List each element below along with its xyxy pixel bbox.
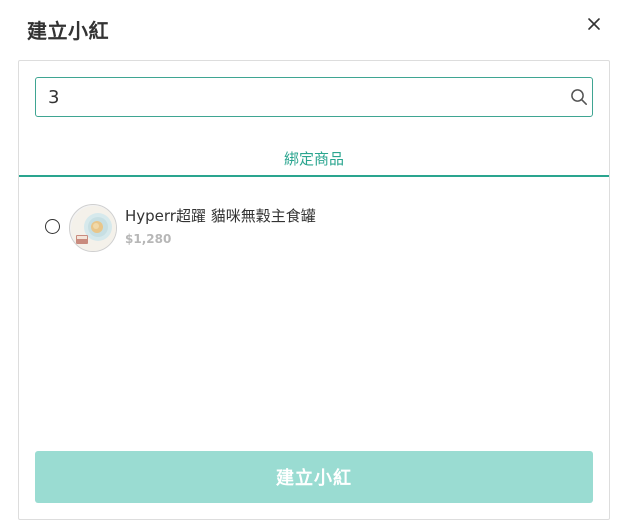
create-dialog: 建立小紅 綁定商品 xyxy=(0,0,624,529)
close-icon xyxy=(588,18,600,30)
search-icon[interactable] xyxy=(570,88,588,106)
tab-label: 綁定商品 xyxy=(283,150,344,168)
product-thumbnail xyxy=(69,204,117,252)
search-input[interactable] xyxy=(36,78,556,116)
search-box xyxy=(35,77,593,117)
create-button[interactable]: 建立小紅 xyxy=(35,451,593,503)
product-price: $1,280 xyxy=(125,232,172,246)
tab-bind-product[interactable]: 綁定商品 xyxy=(19,145,609,177)
list-item[interactable]: Hyperr超躍 貓咪無穀主食罐 $1,280 xyxy=(19,203,609,255)
product-panel: 綁定商品 Hyperr超躍 貓咪無穀主食罐 $1,2 xyxy=(18,60,610,520)
dialog-title: 建立小紅 xyxy=(27,19,109,43)
product-name: Hyperr超躍 貓咪無穀主食罐 xyxy=(125,207,316,225)
close-button[interactable] xyxy=(584,14,604,34)
select-radio[interactable] xyxy=(45,219,60,234)
